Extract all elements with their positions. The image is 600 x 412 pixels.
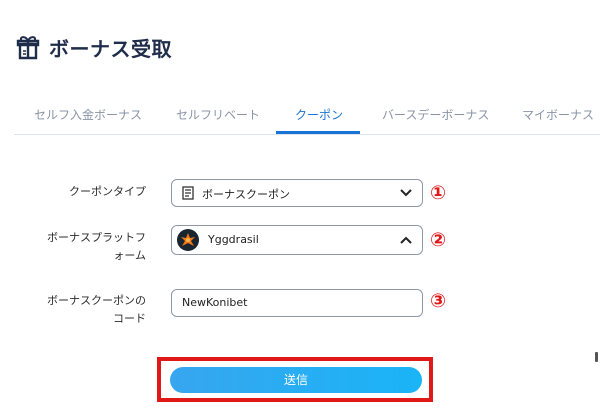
platform-value: Yggdrasil	[208, 233, 259, 246]
gift-icon	[16, 36, 40, 60]
active-tab-indicator	[276, 131, 360, 134]
coupon-code-input[interactable]: NewKonibet	[171, 289, 423, 317]
chevron-up-icon	[400, 236, 412, 244]
coupon-code-label-line1: ボーナスクーポンの	[47, 294, 146, 307]
platform-label-line2: ォーム	[113, 249, 146, 262]
page-title: ボーナス受取	[49, 36, 172, 61]
step-marker-1: ①	[430, 182, 447, 204]
submit-button[interactable]: 送信	[170, 367, 422, 393]
platform-label-line1: ボーナスプラットフ	[47, 231, 146, 244]
coupon-code-value: NewKonibet	[182, 296, 248, 309]
page-header: ボーナス受取	[14, 32, 172, 62]
tab-self-deposit-bonus[interactable]: セルフ入金ボーナス	[34, 106, 142, 123]
tab-coupon[interactable]: クーポン	[295, 106, 343, 123]
step-marker-3: ③	[430, 290, 447, 312]
coupon-code-label-line2: コード	[113, 312, 146, 325]
coupon-type-select[interactable]: ボーナスクーポン	[171, 179, 423, 207]
bonus-tabs: セルフ入金ボーナス セルフリベート クーポン バースデーボーナス マイボーナス	[14, 98, 600, 135]
platform-select[interactable]: Yggdrasil	[171, 225, 423, 255]
scrollbar-fragment	[595, 352, 598, 362]
tab-birthday-bonus[interactable]: バースデーボーナス	[382, 106, 489, 123]
step-marker-2: ②	[430, 229, 447, 251]
yggdrasil-logo-icon	[177, 229, 199, 251]
coupon-type-value: ボーナスクーポン	[202, 188, 290, 201]
tab-my-bonus[interactable]: マイボーナス	[522, 106, 594, 123]
platform-label: ボーナスプラットフ ォーム	[30, 229, 146, 265]
coupon-icon	[182, 186, 194, 200]
chevron-down-icon	[400, 189, 412, 197]
coupon-type-label: クーポンタイプ	[69, 185, 146, 198]
coupon-code-label: ボーナスクーポンの コード	[30, 292, 146, 328]
tab-self-rebate[interactable]: セルフリベート	[176, 106, 260, 123]
